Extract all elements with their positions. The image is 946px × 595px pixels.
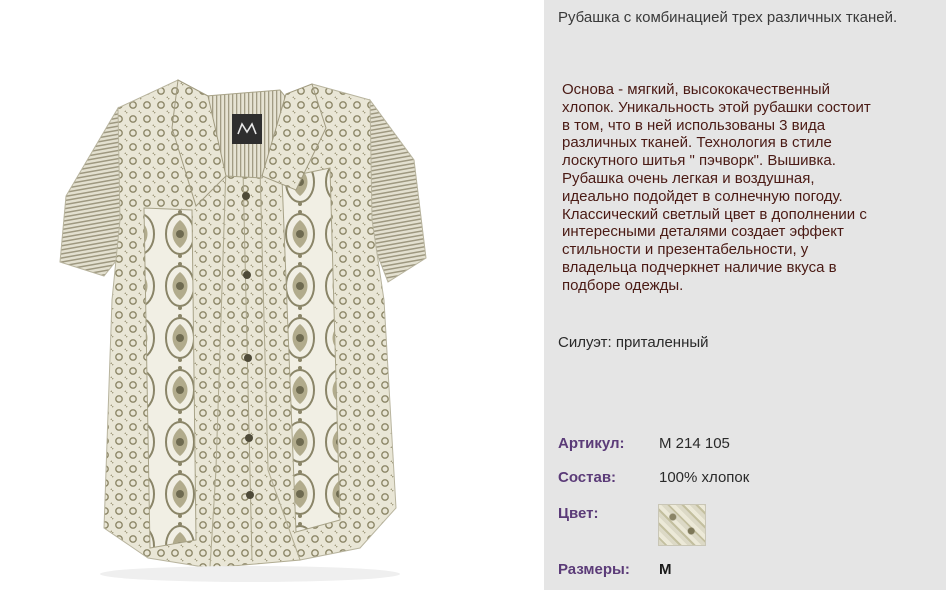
product-description: Основа - мягкий, высококачественный хлоп…: [562, 81, 871, 294]
color-label: Цвет:: [558, 505, 599, 522]
shirt-image: [59, 79, 427, 582]
product-headline: Рубашка с комбинацией трех различных тка…: [558, 9, 898, 26]
size-option-m[interactable]: M: [659, 561, 672, 578]
product-photo: [0, 0, 544, 590]
composition-label: Состав:: [558, 469, 617, 486]
article-value: M 214 105: [659, 435, 730, 452]
color-swatch[interactable]: [658, 504, 706, 546]
composition-value: 100% хлопок: [659, 469, 750, 486]
sizes-label: Размеры:: [558, 561, 630, 578]
silhouette-text: Силуэт: приталенный: [558, 334, 709, 351]
article-label: Артикул:: [558, 435, 625, 452]
product-info-panel: Рубашка с комбинацией трех различных тка…: [544, 0, 946, 590]
